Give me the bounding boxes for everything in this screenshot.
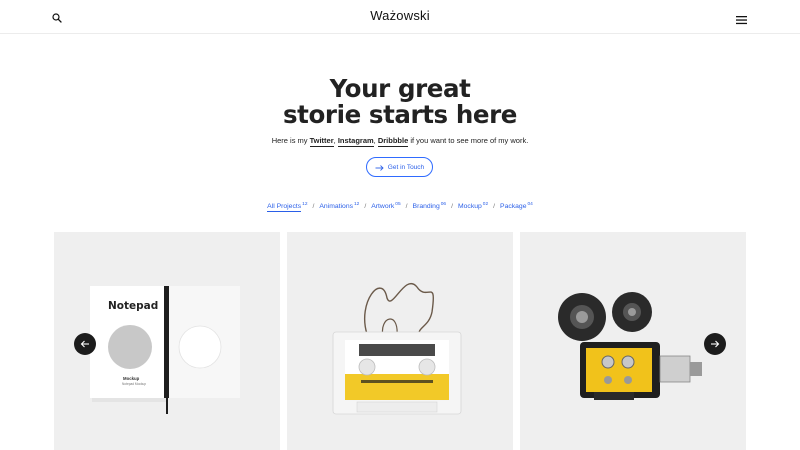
instagram-link[interactable]: Instagram xyxy=(337,136,374,147)
hero-title: Your great storie starts here xyxy=(0,76,800,128)
filter-label: Artwork xyxy=(371,203,395,210)
project-filter-bar: All Projects 12 / Animations 12 / Artwork 0… xyxy=(0,202,800,212)
twitter-link[interactable]: Twitter xyxy=(309,136,334,147)
filter-count: 05 xyxy=(395,202,401,207)
filter-mockup[interactable]: Mockup 02 xyxy=(457,202,489,210)
arrow-left-icon xyxy=(80,335,90,353)
filter-separator: / xyxy=(493,203,496,210)
dribbble-link[interactable]: Dribbble xyxy=(377,136,409,147)
get-in-touch-label: Get in Touch xyxy=(387,163,425,171)
notepad-cover-caption: Mockup xyxy=(123,376,140,381)
get-in-touch-button[interactable]: Get in Touch xyxy=(366,157,433,177)
site-logo[interactable]: Ważowski xyxy=(0,8,800,23)
filter-count: 06 xyxy=(440,202,447,207)
filter-label: All Projects xyxy=(267,203,302,212)
hamburger-menu-icon[interactable] xyxy=(736,12,747,25)
filter-separator: / xyxy=(405,203,408,210)
filter-label: Branding xyxy=(412,203,440,210)
filter-count: 12 xyxy=(354,202,360,207)
filter-label: Package xyxy=(500,203,527,210)
site-header: Ważowski xyxy=(0,0,800,34)
hero-title-line-2: storie starts here xyxy=(282,100,518,129)
filter-separator: / xyxy=(312,203,315,210)
cassette-illustration xyxy=(332,283,462,415)
arrow-right-icon xyxy=(710,335,720,353)
hero-title-line-1: Your great xyxy=(329,74,471,103)
notepad-cover-title: Notepad xyxy=(108,300,159,312)
slider-next-button[interactable] xyxy=(704,333,726,355)
filter-count: 12 xyxy=(302,202,308,207)
hero-subtitle-suffix: if you want to see more of my work. xyxy=(408,136,529,145)
hero-subtitle-prefix: Here is my xyxy=(271,136,310,145)
notepad-cover-subcaption: Notepad Mockup xyxy=(122,382,147,386)
filter-animations[interactable]: Animations 12 xyxy=(319,202,360,210)
arrow-right-icon xyxy=(375,158,384,176)
portfolio-card-cassette[interactable] xyxy=(287,232,513,450)
filter-artwork[interactable]: Artwork 05 xyxy=(371,202,401,210)
filter-all-projects[interactable]: All Projects 12 xyxy=(267,202,308,212)
filter-separator: / xyxy=(451,203,453,210)
filter-count: 02 xyxy=(482,202,489,207)
filter-package[interactable]: Package 04 xyxy=(500,202,533,210)
filter-label: Mockup xyxy=(457,203,482,210)
filter-count: 04 xyxy=(527,202,533,207)
filter-branding[interactable]: Branding 06 xyxy=(412,202,447,210)
hero-subtitle: Here is my Twitter, Instagram, Dribbble … xyxy=(0,136,800,147)
filter-label: Animations xyxy=(319,203,354,210)
slider-prev-button[interactable] xyxy=(74,333,96,355)
filter-separator: / xyxy=(364,203,367,210)
